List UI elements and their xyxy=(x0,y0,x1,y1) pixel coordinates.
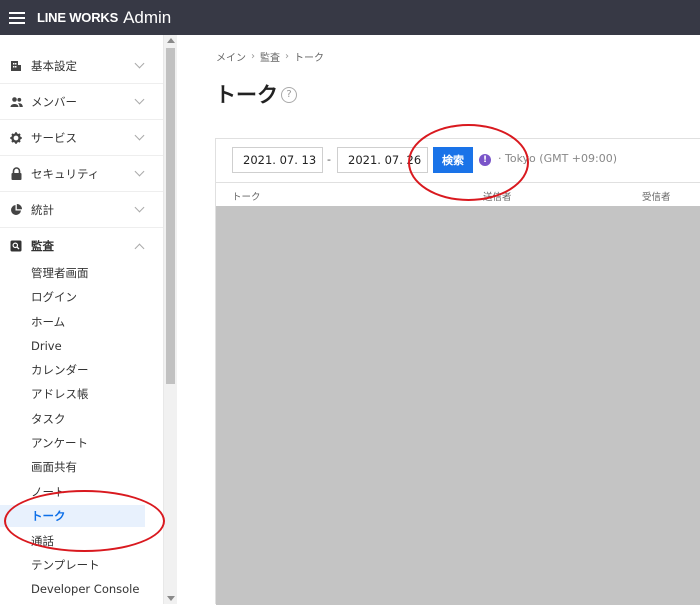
gear-icon xyxy=(9,131,23,145)
sidebar-item-drive[interactable]: Drive xyxy=(0,335,145,357)
sidebar-item-home[interactable]: ホーム xyxy=(0,311,145,333)
sidebar-item-templates[interactable]: テンプレート xyxy=(0,554,145,576)
sidebar-item-call[interactable]: 通話 xyxy=(0,530,145,552)
column-header-receiver: 受信者 xyxy=(642,192,671,203)
search-panel: 2021. 07. 13 - 2021. 07. 26 検索 ! · Tokyo… xyxy=(215,138,700,605)
scrollbar-thumb[interactable] xyxy=(166,48,175,384)
chevron-down-icon xyxy=(134,58,145,69)
sidebar-group-label: 基本設定 xyxy=(31,58,77,73)
audit-search-icon xyxy=(9,239,23,253)
sidebar-group-statistics[interactable]: 統計 xyxy=(0,192,163,228)
help-icon[interactable]: ? xyxy=(281,87,297,103)
scroll-up-arrow-icon[interactable] xyxy=(167,38,175,43)
sidebar-item-screen-share[interactable]: 画面共有 xyxy=(0,456,145,478)
chevron-up-icon xyxy=(134,243,145,253)
pie-chart-icon xyxy=(9,203,23,217)
app-logo-sub: Admin xyxy=(123,7,172,27)
sidebar-group-label: メンバー xyxy=(31,94,77,109)
chevron-down-icon xyxy=(134,202,145,213)
sidebar-item-survey[interactable]: アンケート xyxy=(0,432,145,454)
date-range-separator: - xyxy=(327,153,331,166)
chevron-down-icon xyxy=(134,130,145,141)
breadcrumb-item-audit[interactable]: 監査 xyxy=(260,49,280,64)
sidebar-group-label: サービス xyxy=(31,130,77,145)
scroll-down-arrow-icon[interactable] xyxy=(167,596,175,601)
sidebar-group-security[interactable]: セキュリティ xyxy=(0,156,163,192)
sidebar-group-label: 監査 xyxy=(31,239,54,253)
chevron-down-icon xyxy=(134,94,145,105)
breadcrumb-item-main[interactable]: メイン xyxy=(216,49,246,64)
hamburger-menu-icon[interactable] xyxy=(9,11,25,24)
members-icon xyxy=(9,95,23,109)
sidebar-group-services[interactable]: サービス xyxy=(0,120,163,156)
app-logo[interactable]: LINE WORKS xyxy=(37,10,118,25)
breadcrumb: メイン › 監査 › トーク xyxy=(216,49,324,64)
sidebar: 基本設定 メンバー サービス セキュリティ 統計 監査 管理者画面 ログイン ホ… xyxy=(0,35,163,604)
chevron-down-icon xyxy=(134,166,145,177)
sidebar-item-calendar[interactable]: カレンダー xyxy=(0,359,145,381)
table-body xyxy=(216,206,700,605)
sidebar-group-basic-settings[interactable]: 基本設定 xyxy=(0,48,163,84)
sidebar-group-audit[interactable]: 監査 xyxy=(0,228,163,264)
sidebar-item-login[interactable]: ログイン xyxy=(0,286,145,308)
column-header-talk: トーク xyxy=(232,192,261,203)
sidebar-group-label: セキュリティ xyxy=(31,166,100,181)
page-title: トーク xyxy=(215,83,278,107)
table-header: トーク 送信者 受信者 xyxy=(216,182,700,206)
building-icon xyxy=(9,59,23,73)
lock-icon xyxy=(9,167,23,181)
top-bar: LINE WORKS Admin xyxy=(0,0,700,35)
date-from-input[interactable]: 2021. 07. 13 xyxy=(232,147,323,173)
search-button[interactable]: 検索 xyxy=(433,147,473,173)
sidebar-item-developer-console[interactable]: Developer Console xyxy=(0,578,145,600)
sidebar-item-tasks[interactable]: タスク xyxy=(0,408,145,430)
sidebar-item-admin-screen[interactable]: 管理者画面 xyxy=(0,262,145,284)
breadcrumb-item-talk: トーク xyxy=(294,53,324,64)
column-header-sender: 送信者 xyxy=(483,192,512,203)
sidebar-group-members[interactable]: メンバー xyxy=(0,84,163,120)
sidebar-item-note[interactable]: ノート xyxy=(0,481,145,503)
date-to-input[interactable]: 2021. 07. 26 xyxy=(337,147,428,173)
main-content: メイン › 監査 › トーク トーク ? 2021. 07. 13 - 2021… xyxy=(178,35,700,605)
info-icon[interactable]: ! xyxy=(479,154,491,166)
sidebar-group-label: 統計 xyxy=(31,202,54,217)
chevron-right-icon: › xyxy=(285,51,289,62)
chevron-right-icon: › xyxy=(251,51,255,62)
sidebar-scrollbar[interactable] xyxy=(163,35,177,604)
timezone-label: · Tokyo (GMT +09:00) xyxy=(498,152,618,165)
sidebar-item-address-book[interactable]: アドレス帳 xyxy=(0,383,145,405)
sidebar-item-talk[interactable]: トーク xyxy=(0,505,145,527)
